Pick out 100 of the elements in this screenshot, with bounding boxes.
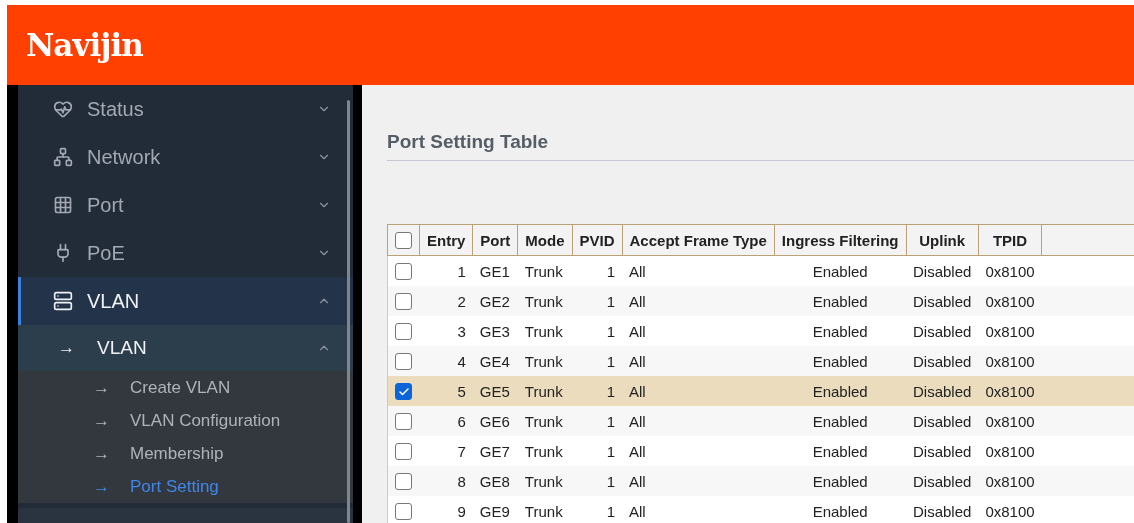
table-cell: 0x8100 (985, 442, 1035, 460)
table-cell: GE3 (479, 322, 510, 340)
table-cell: 1 (606, 412, 616, 430)
table-cell: All (629, 322, 646, 340)
table-cell: 0x8100 (985, 262, 1035, 280)
table-cell: 1 (606, 382, 616, 400)
table-cell: Disabled (913, 382, 972, 400)
row-checkbox[interactable] (395, 413, 413, 431)
row-checkbox[interactable] (395, 323, 413, 341)
table-cell: Disabled (913, 472, 972, 490)
arrow-icon: → (58, 338, 75, 358)
table-cell: 4 (457, 352, 466, 370)
table-cell: 1 (606, 502, 616, 520)
column-header: Entry (419, 224, 473, 256)
table-cell: 1 (606, 262, 616, 280)
table-cell: Enabled (812, 442, 868, 460)
table-cell: Enabled (812, 262, 868, 280)
table-cell: 6 (457, 412, 466, 430)
menu-item[interactable]: VLAN (18, 277, 353, 325)
heart-pulse-icon (53, 99, 73, 119)
table-cell: Disabled (913, 322, 972, 340)
column-header: Mode (517, 224, 572, 256)
table-cell: Enabled (812, 472, 868, 490)
table-cell: GE5 (479, 382, 510, 400)
server-icon (53, 291, 73, 311)
table-cell: 2 (457, 292, 466, 310)
table-cell: All (629, 262, 646, 280)
table-cell: 0x8100 (985, 352, 1035, 370)
table-cell: 0x8100 (985, 502, 1035, 520)
submenu-link[interactable]: → VLAN Configuration (18, 404, 353, 437)
table-cell: Enabled (812, 292, 868, 310)
table-cell: Disabled (913, 292, 972, 310)
table-cell: Enabled (812, 352, 868, 370)
table-cell: GE7 (479, 442, 510, 460)
table-cell: Trunk (524, 472, 563, 490)
table-cell: 1 (606, 322, 616, 340)
table-cell: Disabled (913, 262, 972, 280)
table-cell: GE9 (479, 502, 510, 520)
scrollbar[interactable] (347, 100, 350, 523)
table-cell: 5 (457, 382, 466, 400)
column-header: PVID (572, 224, 623, 256)
table-cell: Disabled (913, 442, 972, 460)
menu-item[interactable]: PoE (18, 229, 353, 277)
table-cell: GE4 (479, 352, 510, 370)
table-cell: Disabled (913, 412, 972, 430)
grid-icon (53, 195, 73, 215)
table-cell: 1 (457, 262, 466, 280)
menu-item[interactable]: Status (18, 85, 353, 133)
table-cell: 0x8100 (985, 412, 1035, 430)
column-header: Port (472, 224, 518, 256)
table-cell: Enabled (812, 412, 868, 430)
row-checkbox[interactable] (395, 263, 413, 281)
logo: Navijin (26, 27, 143, 63)
submenu-link[interactable]: → Port Setting (18, 470, 353, 503)
table-cell: All (629, 472, 646, 490)
table-cell: Enabled (812, 382, 868, 400)
table-cell: Enabled (812, 322, 868, 340)
table-cell: All (629, 442, 646, 460)
table-cell: Trunk (524, 352, 563, 370)
submenu-link[interactable]: → Membership (18, 437, 353, 470)
table-cell: GE8 (479, 472, 510, 490)
table-cell: 1 (606, 352, 616, 370)
table-cell: Trunk (524, 382, 563, 400)
row-checkbox[interactable] (395, 473, 413, 491)
table-cell: Trunk (524, 412, 563, 430)
table-cell: Trunk (524, 502, 563, 520)
row-checkbox[interactable] (395, 443, 413, 461)
select-all-checkbox[interactable] (395, 232, 412, 250)
row-checkbox[interactable] (395, 293, 413, 311)
submenu-item[interactable]: → VLAN (18, 325, 353, 371)
table-cell: 7 (457, 442, 466, 460)
check-icon (397, 385, 410, 398)
row-checkbox[interactable] (395, 503, 413, 521)
table-cell: All (629, 382, 646, 400)
table-cell: All (629, 412, 646, 430)
table-cell: Trunk (524, 442, 563, 460)
menu-item[interactable]: Network (18, 133, 353, 181)
table-cell: 9 (457, 502, 466, 520)
table-cell: Trunk (524, 322, 563, 340)
table-cell: All (629, 292, 646, 310)
table-cell: GE2 (479, 292, 510, 310)
table-cell: 0x8100 (985, 292, 1035, 310)
table-cell: Trunk (524, 262, 563, 280)
table-cell: 3 (457, 322, 466, 340)
column-header: Ingress Filtering (774, 224, 906, 256)
table-cell: Trunk (524, 292, 563, 310)
table-cell: All (629, 352, 646, 370)
table-cell: GE6 (479, 412, 510, 430)
table-cell: 0x8100 (985, 382, 1035, 400)
table-cell: All (629, 502, 646, 520)
page-title: Port Setting Table (387, 131, 1134, 161)
menu-item[interactable]: Port (18, 181, 353, 229)
column-header: TPID (978, 224, 1042, 256)
table-cell: 1 (606, 472, 616, 490)
table-cell: Disabled (913, 352, 972, 370)
submenu-link[interactable]: → Create VLAN (18, 371, 353, 404)
table-cell: GE1 (479, 262, 510, 280)
row-checkbox[interactable] (395, 353, 413, 371)
column-header: Accept Frame Type (622, 224, 775, 256)
row-checkbox[interactable] (395, 383, 413, 401)
